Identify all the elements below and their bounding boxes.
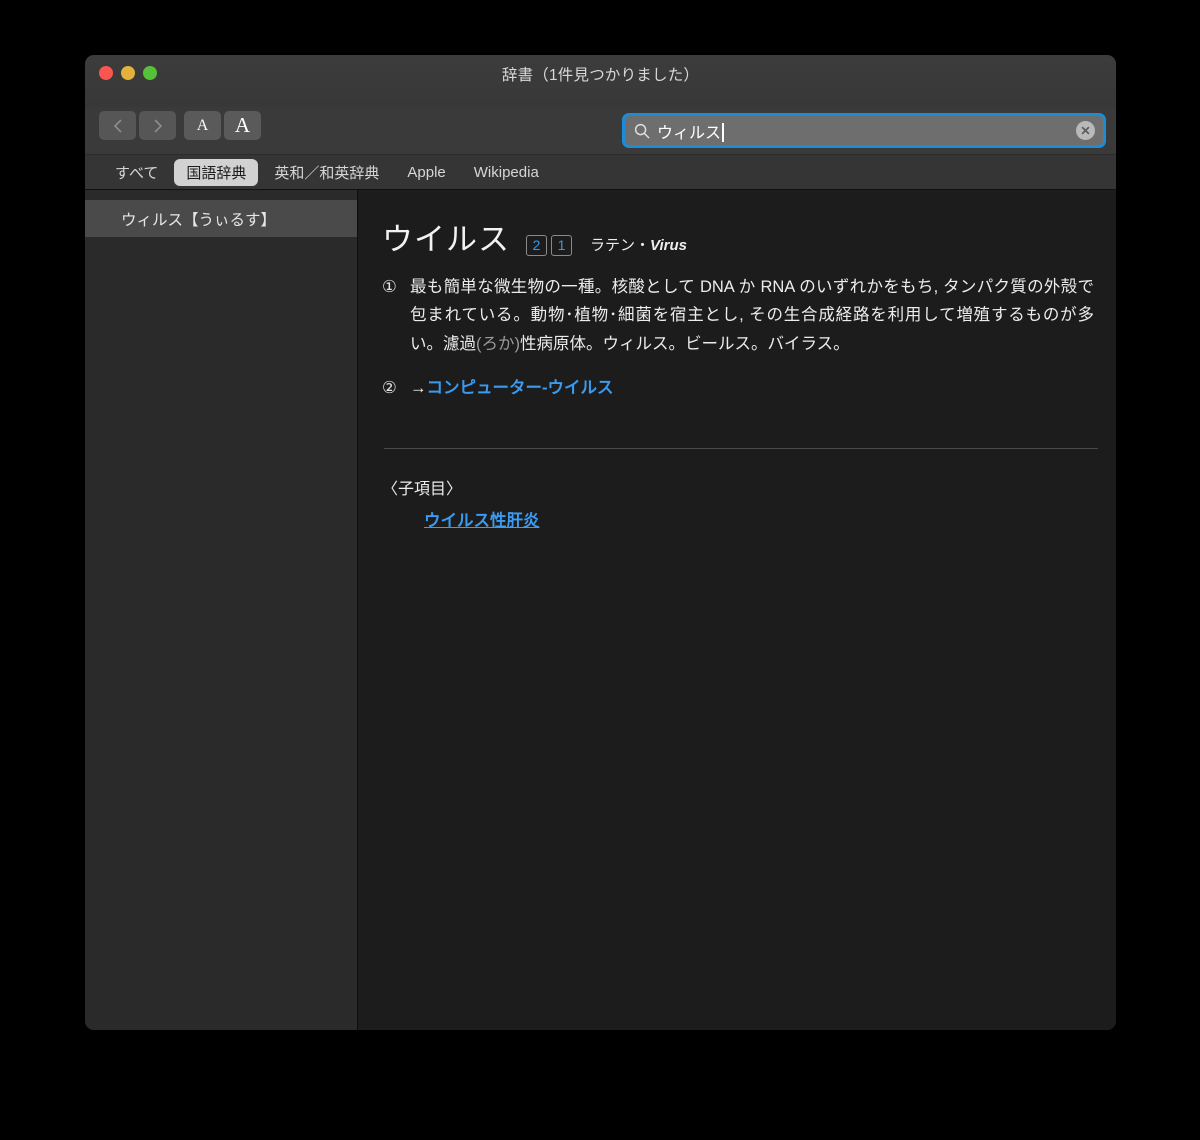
subentries-list: ウイルス性肝炎: [382, 507, 1094, 531]
font-larger-button[interactable]: A: [224, 111, 261, 140]
sense-1-text: 最も簡単な微生物の一種。核酸として DNA か RNA のいずれかをもち, タン…: [410, 273, 1094, 358]
clear-search-button[interactable]: [1076, 121, 1095, 140]
results-sidebar: ウィルス【うぃるす】: [85, 190, 358, 1030]
dictionary-tab-bar: すべて 国語辞典 英和／和英辞典 Apple Wikipedia: [85, 155, 1116, 190]
sense-badge-1: 1: [551, 234, 572, 256]
search-icon: [634, 123, 650, 139]
tab-wikipedia[interactable]: Wikipedia: [462, 161, 551, 184]
clear-icon: [1081, 126, 1090, 135]
dictionary-window: 辞書（1件見つかりました） A A ウィルス すべて 国語辞典 英和／和英辞典 …: [85, 55, 1116, 1030]
navigation-segment: [99, 111, 176, 140]
desktop-background: 辞書（1件見つかりました） A A ウィルス すべて 国語辞典 英和／和英辞典 …: [0, 0, 1200, 1140]
search-field[interactable]: ウィルス: [622, 113, 1106, 148]
sense-2-number: ②: [382, 379, 397, 398]
search-input-text[interactable]: ウィルス: [657, 119, 1076, 143]
etymology-prefix: ラテン・: [590, 237, 651, 254]
sidebar-item-label: ウィルス【うぃるす】: [121, 211, 277, 229]
cross-reference-arrow-icon: →: [410, 379, 427, 398]
sense-1-text-after-ruby: 性病原体。ウィルス。ビールス。バイラス。: [520, 334, 850, 353]
window-title: 辞書（1件見つかりました）: [501, 67, 700, 84]
definition-pane: ウイルス 2 1 ラテン・Virus ① 最も簡単な微生物の一種。核酸として D…: [358, 190, 1116, 1030]
subentry-link[interactable]: ウイルス性肝炎: [424, 512, 540, 530]
font-smaller-button[interactable]: A: [184, 111, 221, 140]
sense-badge-group: 2 1: [526, 234, 572, 256]
sense-badge-2: 2: [526, 234, 547, 256]
cross-reference-link[interactable]: コンピューター-ウイルス: [427, 379, 614, 397]
window-titlebar[interactable]: 辞書（1件見つかりました）: [85, 55, 1116, 107]
window-body: ウィルス【うぃるす】 ウイルス 2 1 ラテン・Virus ① 最も簡単な微生物…: [85, 190, 1116, 1030]
tab-apple[interactable]: Apple: [395, 161, 457, 184]
section-divider: [384, 447, 1098, 449]
toolbar: A A ウィルス: [85, 107, 1116, 155]
text-caret: [722, 122, 724, 142]
search-input-value: ウィルス: [657, 124, 722, 142]
font-smaller-label: A: [196, 116, 209, 134]
font-size-segment: A A: [184, 111, 261, 140]
etymology: ラテン・Virus: [590, 234, 687, 255]
entry-header: ウイルス 2 1 ラテン・Virus: [382, 214, 1094, 259]
sense-1: ① 最も簡単な微生物の一種。核酸として DNA か RNA のいずれかをもち, …: [382, 273, 1094, 358]
sense-1-number: ①: [382, 278, 397, 296]
tab-kokugo[interactable]: 国語辞典: [174, 158, 259, 186]
toolbar-left-group: A A: [99, 111, 261, 140]
headword: ウイルス: [382, 222, 510, 257]
forward-button[interactable]: [139, 111, 176, 140]
tab-eiwa-waei[interactable]: 英和／和英辞典: [262, 159, 391, 186]
tab-all[interactable]: すべて: [103, 159, 170, 186]
etymology-word: Virus: [650, 237, 687, 254]
sense-2: ② →コンピューター-ウイルス: [382, 374, 1094, 402]
chevron-right-icon: [154, 119, 162, 132]
font-larger-label: A: [234, 113, 251, 137]
chevron-left-icon: [113, 119, 121, 132]
sense-1-ruby: (ろか): [476, 334, 520, 353]
sidebar-item-virus[interactable]: ウィルス【うぃるす】: [85, 200, 357, 237]
sense-2-text: →コンピューター-ウイルス: [410, 374, 1094, 402]
subentries-heading: 〈子項目〉: [382, 480, 463, 498]
back-button[interactable]: [99, 111, 136, 140]
